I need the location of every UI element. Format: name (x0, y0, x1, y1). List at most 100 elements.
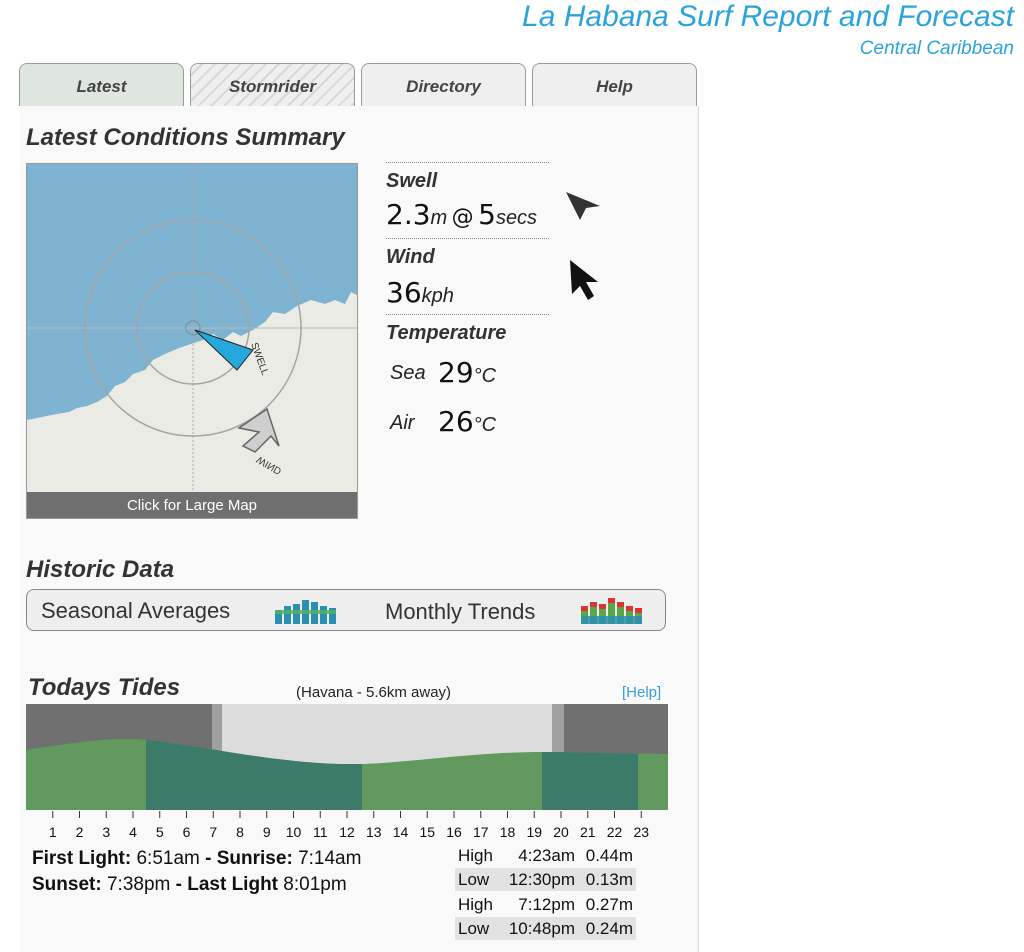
sunset-label: Sunset: (32, 874, 102, 895)
air-temp-reading: 26°C (438, 405, 496, 438)
historic-data-bar: Seasonal Averages Monthly Trends (26, 589, 666, 631)
wind-direction-icon (570, 260, 598, 300)
tide-table-row: High 7:12pm 0.27m (455, 893, 636, 916)
tide-hour-label: 10 (285, 824, 302, 840)
swell-label: Swell (386, 170, 438, 192)
sea-temp-value: 29 (438, 356, 474, 389)
last-light-label: Last Light (187, 874, 279, 895)
swell-at: @ (451, 205, 474, 230)
wind-speed: 36 (386, 276, 422, 309)
wind-arrow-label: WIND (255, 453, 284, 476)
wind-arrow (237, 407, 280, 453)
tab-help[interactable]: Help (532, 63, 697, 106)
tide-height: 0.27m (585, 895, 633, 914)
tab-latest[interactable]: Latest (19, 63, 184, 106)
divider (386, 162, 549, 163)
swell-height-unit: m (430, 207, 448, 229)
tide-hour-label: 16 (446, 824, 462, 840)
tide-hour-label: 5 (155, 824, 164, 840)
tide-hour-label: 22 (606, 824, 623, 840)
swell-arrow-label: SWELL (248, 341, 270, 377)
wind-label: Wind (386, 246, 435, 268)
conditions-map[interactable]: SWELL WIND Click for Large Map (26, 163, 358, 519)
page-title: La Habana Surf Report and Forecast (522, 0, 1014, 33)
separator: - (205, 848, 212, 869)
tide-hour-label: 21 (579, 824, 596, 840)
tide-table-row: Low 12:30pm 0.13m (455, 868, 636, 891)
monthly-trends-chart-icon[interactable] (579, 596, 645, 624)
air-temp-label: Air (390, 412, 415, 434)
separator: - (175, 874, 182, 895)
tide-type: Low (458, 919, 490, 938)
sea-temp-unit: °C (473, 365, 497, 387)
tide-hour-label: 12 (339, 824, 355, 840)
tide-hour-label: 2 (75, 824, 84, 840)
tab-directory[interactable]: Directory (361, 63, 526, 106)
region-subtitle: Central Caribbean (859, 38, 1014, 59)
large-map-link[interactable]: Click for Large Map (27, 492, 357, 518)
first-light-time: 6:51am (136, 848, 200, 869)
air-temp-value: 26 (438, 405, 474, 438)
tide-time: 12:30pm (508, 870, 575, 889)
temperature-label: Temperature (386, 322, 507, 344)
tide-table-row: Low 10:48pm 0.24m (455, 917, 636, 940)
sunset-time: 7:38pm (106, 874, 171, 895)
air-temp-unit: °C (473, 414, 497, 436)
tides-help-link[interactable]: [Help] (622, 684, 661, 701)
tide-hour-label: 3 (102, 824, 111, 840)
divider (386, 238, 549, 239)
historic-data-heading: Historic Data (26, 556, 175, 583)
tide-hour-label: 13 (365, 824, 382, 840)
swell-period: 5 (478, 198, 496, 231)
sunset-line: Sunset: 7:38pm - Last Light 8:01pm (32, 874, 347, 896)
swell-direction-icon (566, 192, 600, 220)
wind-reading: 36kph (386, 276, 454, 309)
tide-height: 0.44m (585, 846, 633, 865)
tide-hour-ticks (52, 811, 642, 818)
tide-location: (Havana - 5.6km away) (296, 684, 452, 701)
seasonal-chart-icon[interactable] (273, 596, 339, 624)
tide-hour-label: 8 (236, 824, 244, 840)
todays-tides-heading: Todays Tides (28, 674, 181, 701)
tide-type: High (458, 895, 493, 914)
tide-hour-label: 9 (262, 824, 271, 840)
tide-height: 0.24m (585, 919, 633, 938)
tide-type: Low (458, 870, 490, 889)
tide-hour-label: 20 (553, 824, 569, 840)
sea-temp-reading: 29°C (438, 356, 496, 389)
tide-time: 4:23am (518, 846, 575, 865)
swell-reading: 2.3m @ 5secs (386, 198, 537, 231)
latest-conditions-heading: Latest Conditions Summary (26, 124, 345, 151)
tide-hour-label: 4 (129, 824, 137, 840)
tide-chart (26, 704, 668, 810)
tide-hour-label: 17 (472, 824, 489, 840)
tide-type: High (458, 846, 493, 865)
seasonal-averages-link[interactable]: Seasonal Averages (41, 598, 230, 624)
tide-hour-label: 7 (209, 824, 218, 840)
tide-hour-label: 11 (312, 824, 328, 840)
tide-table-row: High 4:23am 0.44m (455, 844, 636, 867)
tide-time: 10:48pm (508, 919, 575, 938)
tide-time: 7:12pm (518, 895, 575, 914)
divider (386, 314, 549, 315)
tide-hour-label: 19 (526, 824, 543, 840)
tide-hour-label: 14 (392, 824, 409, 840)
map-graphic: SWELL WIND (27, 164, 357, 494)
tide-height: 0.13m (585, 870, 633, 889)
swell-period-unit: secs (495, 207, 538, 229)
sunrise-label: Sunrise: (216, 848, 293, 869)
monthly-trends-link[interactable]: Monthly Trends (385, 599, 535, 625)
tide-hour-label: 23 (633, 824, 650, 840)
last-light-time: 8:01pm (283, 874, 347, 895)
sunrise-line: First Light: 6:51am - Sunrise: 7:14am (32, 848, 361, 870)
first-light-label: First Light: (32, 848, 132, 869)
tide-hour-label: 15 (419, 824, 436, 840)
tide-hour-label: 1 (48, 824, 57, 840)
tide-hour-label: 6 (182, 824, 191, 840)
sea-temp-label: Sea (390, 362, 426, 384)
tide-hour-label: 18 (499, 824, 516, 840)
tab-stormrider[interactable]: Stormrider (190, 63, 355, 106)
tide-hour-axis: 1 2 3 4 5 6 7 8 9 10 11 12 13 14 15 16 17 18 19 20 21 22 23 (26, 824, 668, 842)
sunrise-time: 7:14am (298, 848, 362, 869)
wind-unit: kph (421, 285, 454, 307)
